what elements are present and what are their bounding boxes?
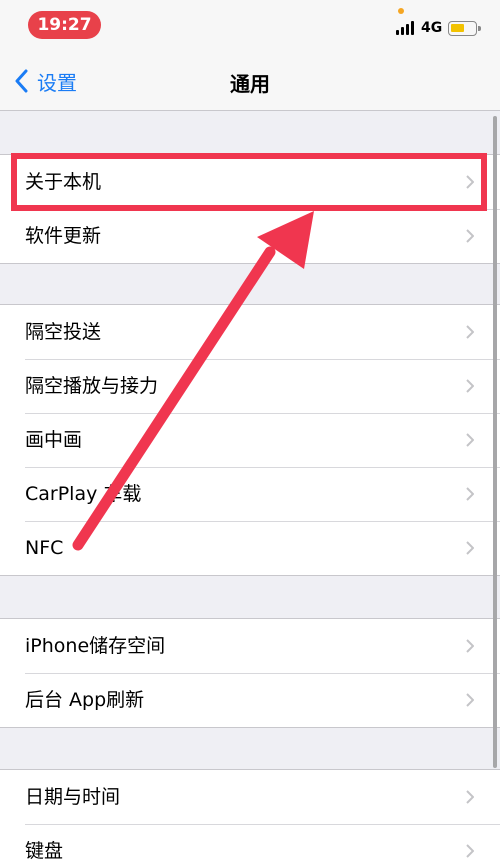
row-picture-in-picture[interactable]: 画中画 [0,413,500,467]
settings-group-connectivity: 隔空投送 隔空播放与接力 画中画 CarPlay 车载 NFC [0,304,500,576]
row-keyboard-label: 键盘 [25,840,64,862]
row-iphone-storage[interactable]: iPhone储存空间 [0,619,500,673]
chevron-right-icon [466,325,474,339]
row-nfc-label: NFC [25,537,64,559]
row-airdrop[interactable]: 隔空投送 [0,305,500,359]
page-title: 通用 [230,72,270,96]
chevron-right-icon [466,175,474,189]
chevron-right-icon [466,844,474,858]
row-iphone-storage-label: iPhone储存空间 [25,635,166,657]
status-bar: 19:27 4G [0,0,500,52]
chevron-right-icon [466,790,474,804]
status-time: 19:27 [28,11,101,39]
settings-group-datetime: 日期与时间 键盘 [0,769,500,865]
navigation-bar: 设置 通用 [0,52,500,111]
row-software-update[interactable]: 软件更新 [0,209,500,263]
scroll-indicator[interactable] [493,116,497,768]
row-carplay-label: CarPlay 车载 [25,483,142,505]
chevron-right-icon [466,433,474,447]
network-type: 4G [421,20,443,36]
row-about-label: 关于本机 [25,171,102,193]
settings-group-about: 关于本机 软件更新 [0,154,500,264]
privacy-indicator-dot [398,8,404,14]
row-background-app-refresh[interactable]: 后台 App刷新 [0,673,500,727]
chevron-right-icon [466,639,474,653]
settings-group-storage: iPhone储存空间 后台 App刷新 [0,618,500,728]
chevron-right-icon [466,693,474,707]
chevron-right-icon [466,487,474,501]
battery-icon [448,21,481,36]
row-airplay-handoff[interactable]: 隔空播放与接力 [0,359,500,413]
row-picture-in-picture-label: 画中画 [25,429,83,451]
cellular-signal-icon [396,21,416,35]
row-background-app-refresh-label: 后台 App刷新 [25,689,145,711]
row-airplay-handoff-label: 隔空播放与接力 [25,375,159,397]
row-date-time[interactable]: 日期与时间 [0,770,500,824]
row-keyboard[interactable]: 键盘 [0,824,500,865]
chevron-right-icon [466,379,474,393]
chevron-right-icon [466,541,474,555]
row-carplay[interactable]: CarPlay 车载 [0,467,500,521]
chevron-right-icon [466,229,474,243]
row-airdrop-label: 隔空投送 [25,321,102,343]
row-date-time-label: 日期与时间 [25,786,121,808]
row-nfc[interactable]: NFC [0,521,500,575]
row-about[interactable]: 关于本机 [0,155,500,209]
row-software-update-label: 软件更新 [25,225,102,247]
